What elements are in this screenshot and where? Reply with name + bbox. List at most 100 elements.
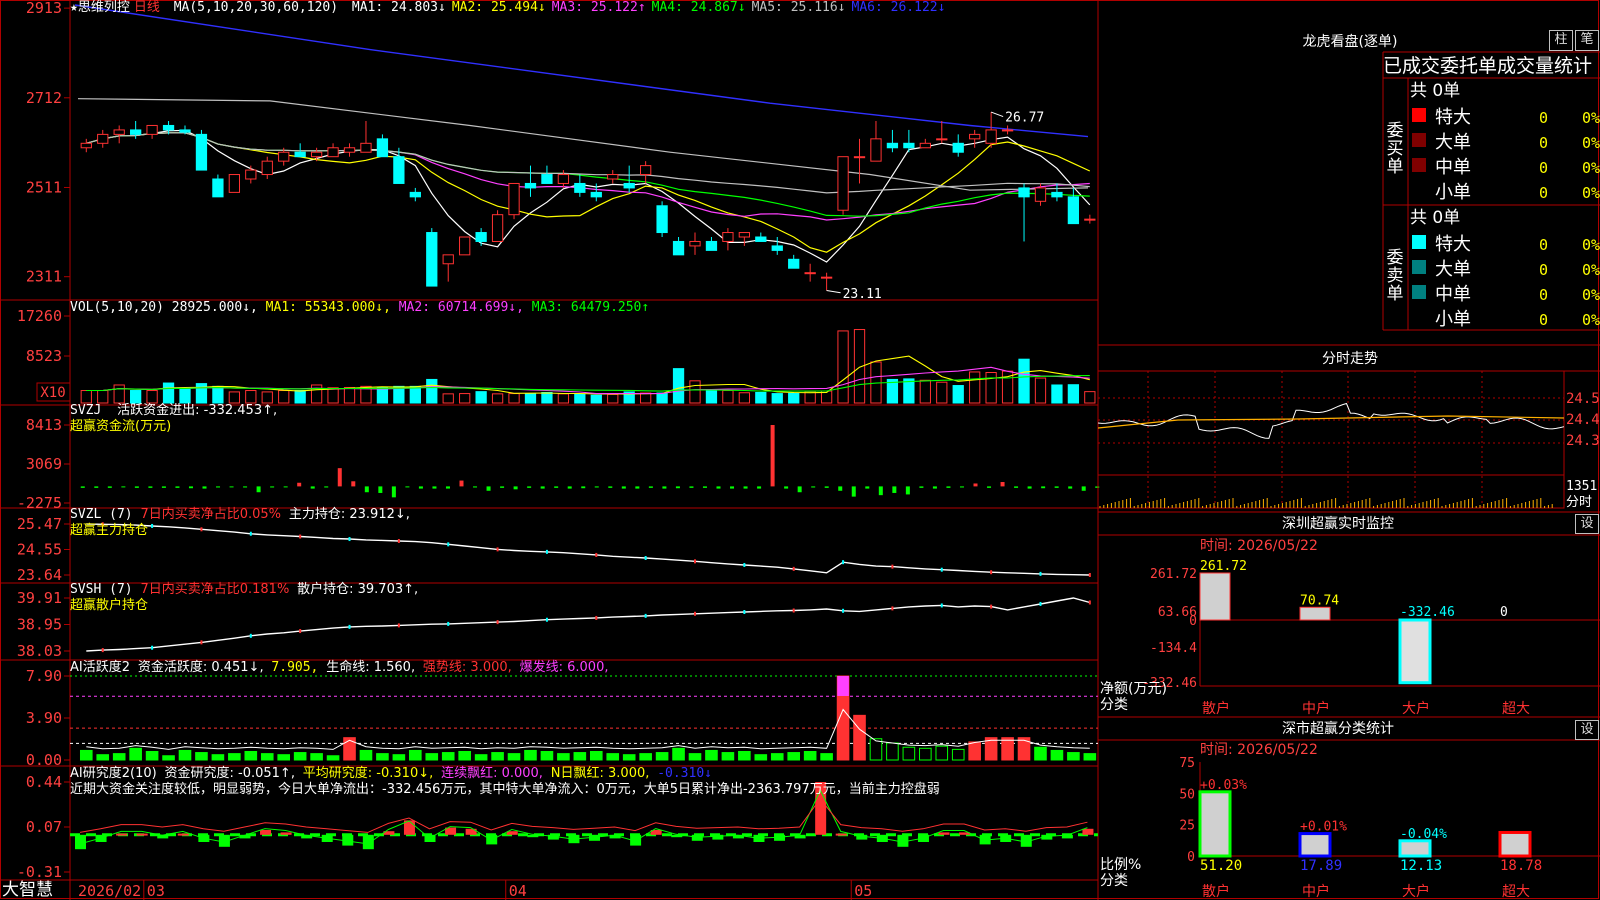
svzl-title: SVZL (7) <box>70 507 133 522</box>
candle <box>228 174 240 193</box>
classify-change-label: +0.03% <box>1200 778 1247 793</box>
star-icon: ★ <box>70 0 78 15</box>
research-bar <box>116 833 128 836</box>
volume-bar <box>459 393 471 404</box>
monitor-settings-button[interactable]: 设 <box>1575 514 1599 534</box>
classify-change-label: -0.04% <box>1400 827 1447 842</box>
volume-bar <box>261 391 273 404</box>
volume-bar <box>343 386 356 404</box>
candle <box>475 232 487 242</box>
volume-bar <box>409 385 421 404</box>
candle <box>491 214 504 242</box>
volume-bar <box>278 390 290 404</box>
volume-bar <box>985 372 997 404</box>
candle <box>393 156 405 184</box>
ai-activity-b: 7.905, <box>271 660 319 675</box>
monitor-x-title: 分类 <box>1100 697 1128 713</box>
order-row-pct: 0% <box>1582 261 1600 279</box>
svzl-hold: 主力持仓: 23.912↓, <box>288 507 410 522</box>
candle <box>640 165 652 176</box>
tick-view-button[interactable]: 笔 <box>1575 30 1599 51</box>
vol-header: VOL(5,10,20) 28925.000↓, MA1: 55343.000↓… <box>70 300 649 316</box>
order-row-count: 0 <box>1539 311 1548 329</box>
candle <box>590 191 602 198</box>
ai-activity-title: AI活跃度2 <box>70 660 130 675</box>
flow-bar <box>581 486 586 489</box>
column-view-button[interactable]: 柱 <box>1549 30 1573 51</box>
volume-bar <box>722 390 734 404</box>
monitor-value-label: 70.74 <box>1300 593 1339 608</box>
low-marker <box>826 290 841 294</box>
activity-bar <box>886 742 899 761</box>
activity-bar <box>589 750 603 761</box>
flow-bar <box>932 486 937 489</box>
classify-title: 深市超赢分类统计 <box>1282 720 1394 737</box>
candle <box>261 160 273 176</box>
y-tick-label: 0.07 <box>26 818 62 836</box>
y-tick-label: 38.95 <box>17 616 62 634</box>
flow-bar <box>148 486 153 488</box>
period-label[interactable]: 日线 <box>134 0 160 15</box>
chart-area[interactable]: 2913 2712 2511 2311 26.77 23.11 17260 8523 X10 84… <box>0 0 1600 900</box>
activity-bar <box>376 753 389 761</box>
volume-bar <box>574 393 586 404</box>
activity-bar <box>409 749 422 761</box>
candle <box>294 151 306 158</box>
activity-bar <box>491 752 504 761</box>
candle <box>969 133 981 140</box>
classify-x-title: 分类 <box>1100 873 1128 889</box>
ai-research-c: 连续飘红: 0.000, <box>441 766 543 781</box>
svzl-ratio: 7日内买卖净占比0.05% <box>140 507 282 522</box>
y-tick-label: 3069 <box>26 455 62 473</box>
y-tick-label: 8413 <box>26 416 62 434</box>
ai-research-a: 资金研究度: -0.051↑, <box>164 766 295 781</box>
activity-bar <box>738 750 751 761</box>
classify-settings-button[interactable]: 设 <box>1575 720 1599 740</box>
flow-bar <box>500 486 505 488</box>
candle <box>672 240 685 256</box>
activity-bar <box>688 753 702 761</box>
order-row-label: 特大 <box>1435 234 1471 255</box>
flow-bar <box>702 486 707 488</box>
activity-bar <box>606 753 620 761</box>
volume-bar <box>245 390 257 404</box>
candle <box>97 133 109 144</box>
candle <box>541 174 553 184</box>
order-row-pct: 0% <box>1582 184 1600 202</box>
activity-bar <box>869 738 883 761</box>
order-row-count: 0 <box>1539 286 1548 304</box>
volume-bar <box>705 389 718 404</box>
candle <box>738 232 750 238</box>
flow-bar <box>1027 486 1032 489</box>
y-tick-label: 0.44 <box>26 773 62 791</box>
svzl-subtitle: 超赢主力持仓 <box>70 523 149 538</box>
candle <box>310 151 323 158</box>
activity-bar <box>293 752 307 761</box>
activity-bar <box>639 753 652 761</box>
flow-bar <box>757 486 762 489</box>
flow-bar <box>486 486 491 491</box>
monitor-category-label: 大户 <box>1402 700 1430 717</box>
candle <box>689 240 701 247</box>
classify-category-label: 散户 <box>1202 883 1230 900</box>
research-bar <box>362 834 374 850</box>
classify-value-label: 18.78 <box>1500 858 1542 874</box>
intraday-vol-label: 1351 <box>1566 479 1597 494</box>
order-row-label: 大单 <box>1435 132 1471 153</box>
candle <box>278 151 290 162</box>
monitor-y-label: 261.72 <box>1150 567 1197 582</box>
ma-legend-item: MA4: 24.867↓ <box>651 0 746 15</box>
candle <box>952 142 964 153</box>
classify-y-label: 75 <box>1179 756 1195 771</box>
activity-bar <box>112 753 126 761</box>
activity-bar <box>195 752 208 761</box>
classify-bar <box>1298 832 1332 858</box>
svsh-hold: 散户持仓: 39.703↑, <box>297 582 419 597</box>
candle <box>245 169 257 180</box>
activity-bar <box>902 746 916 761</box>
flow-bar <box>283 486 288 488</box>
classify-bar <box>1398 839 1432 858</box>
activity-bar <box>803 750 817 761</box>
flow-bar <box>391 486 396 498</box>
activity-bar <box>310 753 323 761</box>
